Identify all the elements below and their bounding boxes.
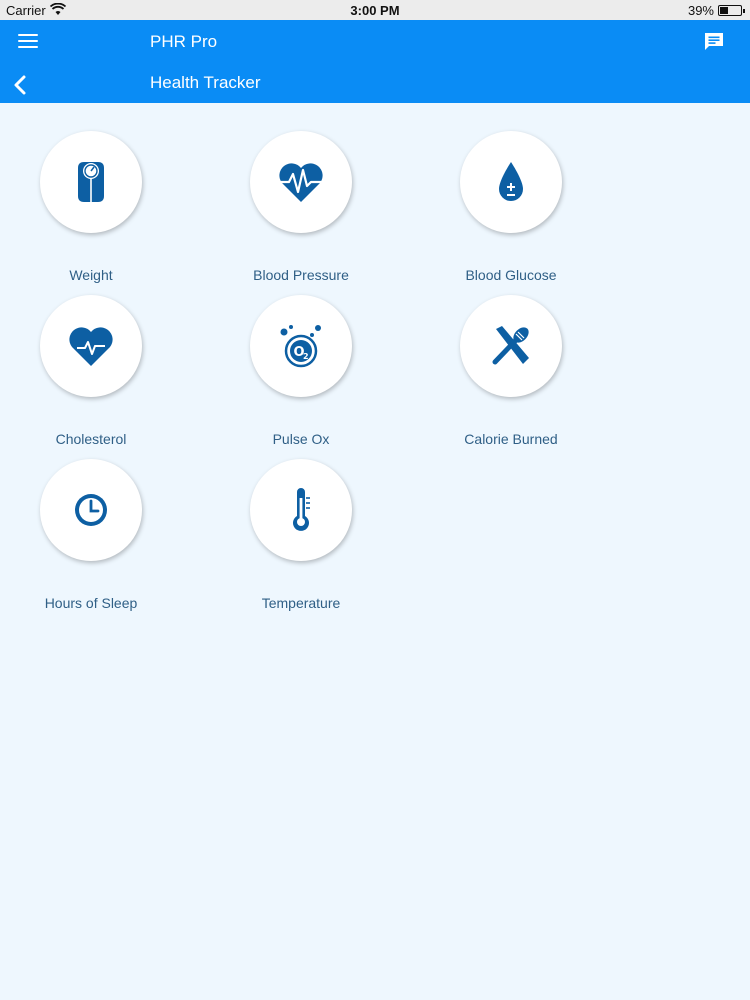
tracker-icon-circle — [250, 459, 352, 561]
battery-icon — [718, 5, 745, 16]
heart-icon — [69, 327, 113, 366]
battery-percentage: 39% — [687, 3, 714, 18]
tracker-label: Blood Pressure — [253, 267, 349, 283]
tracker-blood-glucose[interactable]: Blood Glucose — [460, 131, 610, 283]
clock-icon — [75, 494, 107, 526]
tracker-temperature[interactable]: Temperature — [250, 459, 400, 611]
tracker-label: Blood Glucose — [465, 267, 557, 283]
chat-icon[interactable] — [702, 30, 726, 54]
back-chevron-icon[interactable] — [10, 73, 32, 97]
tracker-label: Weight — [69, 267, 113, 283]
app-title: PHR Pro — [150, 32, 218, 51]
tracker-hours-of-sleep[interactable]: Hours of Sleep — [40, 459, 190, 611]
o2-icon: O 2 — [280, 325, 321, 368]
heart-pulse-icon — [279, 163, 323, 202]
tracker-icon-circle: O 2 — [250, 295, 352, 397]
status-bar: Carrier 3:00 PM 39% — [0, 0, 750, 20]
tracker-weight[interactable]: Weight — [40, 131, 190, 283]
menu-icon[interactable] — [14, 30, 42, 54]
tracker-label: Calorie Burned — [464, 431, 558, 447]
drop-icon — [499, 162, 523, 201]
tracker-label: Temperature — [261, 595, 341, 611]
thermometer-icon — [293, 488, 310, 531]
tracker-icon-circle — [40, 459, 142, 561]
fork-knife-icon — [492, 326, 529, 365]
tracker-icon-circle — [460, 295, 562, 397]
page-title: Health Tracker — [150, 73, 261, 92]
tracker-label: Cholesterol — [55, 431, 127, 447]
tracker-label: Hours of Sleep — [44, 595, 138, 611]
tracker-cholesterol[interactable]: Cholesterol — [40, 295, 190, 447]
status-time: 3:00 PM — [350, 3, 400, 18]
tracker-pulse-ox[interactable]: O 2 Pulse Ox — [250, 295, 400, 447]
tracker-icon-circle — [40, 295, 142, 397]
nav-bar: PHR Pro Health Tracker — [0, 20, 750, 103]
tracker-icon-circle — [40, 131, 142, 233]
tracker-label: Pulse Ox — [272, 431, 330, 447]
svg-text:2: 2 — [303, 352, 309, 361]
tracker-calorie-burned[interactable]: Calorie Burned — [460, 295, 610, 447]
scale-icon — [78, 162, 104, 202]
tracker-icon-circle — [250, 131, 352, 233]
tracker-blood-pressure[interactable]: Blood Pressure — [250, 131, 400, 283]
tracker-icon-circle — [460, 131, 562, 233]
